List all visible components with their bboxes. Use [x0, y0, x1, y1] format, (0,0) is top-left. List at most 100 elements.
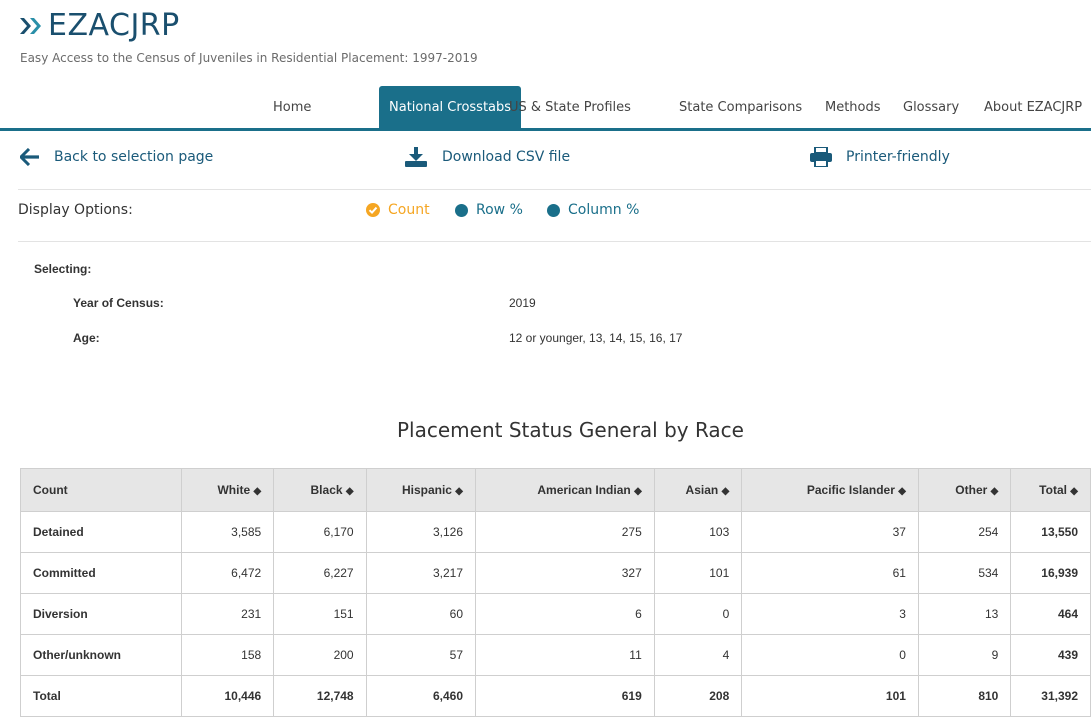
option-row-pct-label: Row %: [476, 202, 523, 218]
back-label: Back to selection page: [54, 149, 214, 165]
sort-icon: ◆: [455, 486, 463, 497]
table-cell: 3: [741, 593, 919, 635]
site-subtitle: Easy Access to the Census of Juveniles i…: [20, 51, 478, 65]
row-label: Total: [20, 675, 182, 717]
logo-mark-icon: [20, 17, 41, 34]
site-logo[interactable]: EZACJRP: [18, 8, 180, 43]
table-cell: 151: [273, 593, 367, 635]
column-header-black[interactable]: Black ◆: [273, 468, 367, 512]
crosstab-table: Count White ◆ Black ◆ Hispanic ◆ America…: [20, 468, 1091, 717]
table-cell: 0: [741, 634, 919, 676]
column-header-american-indian[interactable]: American Indian ◆: [475, 468, 655, 512]
table-header-row: Count White ◆ Black ◆ Hispanic ◆ America…: [20, 468, 1091, 512]
nav-home[interactable]: Home: [273, 86, 311, 128]
table-cell: 3,585: [180, 511, 275, 553]
table-cell: 6,472: [180, 552, 275, 594]
nav-methods[interactable]: Methods: [825, 86, 881, 128]
table-cell: 57: [365, 634, 477, 676]
column-header-total[interactable]: Total ◆: [1010, 468, 1091, 512]
table-cell: 810: [917, 675, 1012, 717]
divider: [18, 241, 1091, 242]
table-title: Placement Status General by Race: [396, 418, 744, 442]
option-count[interactable]: Count: [366, 202, 430, 218]
table-cell: 13: [917, 593, 1012, 635]
main-nav: Home National Crosstabs US & State Profi…: [0, 86, 1091, 131]
row-label: Diversion: [20, 593, 182, 635]
sort-icon: ◆: [345, 486, 354, 497]
table-row: Other/unknown 158 200 57 11 4 0 9 439: [20, 634, 1091, 676]
radio-dot-icon: [547, 203, 560, 217]
nav-glossary[interactable]: Glossary: [903, 86, 959, 128]
option-column-pct-label: Column %: [568, 202, 640, 218]
nav-us-state-profiles[interactable]: US & State Profiles: [509, 86, 631, 128]
table-cell: 61: [741, 552, 919, 594]
column-header-hispanic[interactable]: Hispanic ◆: [365, 468, 477, 512]
table-cell: 0: [653, 593, 743, 635]
table-cell: 12,748: [273, 675, 367, 717]
column-header-white[interactable]: White ◆: [180, 468, 275, 512]
sort-icon: ◆: [898, 486, 906, 497]
nav-state-comparisons[interactable]: State Comparisons: [679, 86, 802, 128]
nav-national-crosstabs[interactable]: National Crosstabs: [379, 86, 522, 128]
logo-text: EZACJRP: [48, 8, 180, 43]
table-cell: 3,217: [365, 552, 477, 594]
radio-dot-icon: [455, 203, 468, 217]
row-label: Detained: [20, 511, 182, 553]
table-cell: 231: [180, 593, 275, 635]
table-cell: 200: [273, 634, 367, 676]
column-header: Count: [20, 468, 182, 512]
row-label: Committed: [20, 552, 182, 594]
table-cell: 619: [475, 675, 655, 717]
table-cell: 254: [917, 511, 1012, 553]
row-total-cell: 464: [1010, 593, 1091, 635]
table-cell: 208: [653, 675, 743, 717]
selecting-heading: Selecting:: [34, 262, 92, 276]
table-cell: 6,460: [365, 675, 477, 717]
table-cell: 327: [475, 552, 655, 594]
table-row: Detained 3,585 6,170 3,126 275 103 37 25…: [20, 511, 1091, 553]
table-total-row: Total 10,446 12,748 6,460 619 208 101 81…: [20, 675, 1091, 717]
sort-icon: ◆: [990, 486, 999, 497]
printer-friendly-link[interactable]: Printer-friendly: [810, 142, 950, 172]
table-cell: 275: [475, 511, 655, 553]
table-cell: 158: [180, 634, 275, 676]
back-to-selection-link[interactable]: Back to selection page: [20, 142, 213, 172]
column-header-asian[interactable]: Asian ◆: [653, 468, 743, 512]
arrow-left-icon: [20, 148, 39, 166]
table-row: Committed 6,472 6,227 3,217 327 101 61 5…: [20, 552, 1091, 594]
table-cell: 6: [475, 593, 655, 635]
option-row-pct[interactable]: Row %: [455, 202, 523, 218]
table-cell: 10,446: [180, 675, 275, 717]
option-column-pct[interactable]: Column %: [547, 202, 639, 218]
age-label: Age:: [73, 331, 100, 345]
display-options-label: Display Options:: [18, 202, 133, 218]
table-cell: 37: [741, 511, 919, 553]
column-header-other[interactable]: Other ◆: [917, 468, 1012, 512]
age-value: 12 or younger, 13, 14, 15, 16, 17: [509, 331, 683, 345]
sort-icon: ◆: [1070, 486, 1078, 497]
sort-icon: ◆: [634, 486, 642, 497]
year-label: Year of Census:: [73, 296, 164, 310]
grand-total-cell: 31,392: [1010, 675, 1091, 717]
download-csv-link[interactable]: Download CSV file: [404, 142, 570, 172]
check-circle-icon: [366, 203, 380, 217]
nav-about[interactable]: About EZACJRP: [984, 86, 1082, 128]
download-icon: [405, 147, 427, 167]
sort-icon: ◆: [253, 486, 262, 497]
table-cell: 103: [653, 511, 743, 553]
download-label: Download CSV file: [442, 149, 571, 165]
table-row: Diversion 231 151 60 6 0 3 13 464: [20, 593, 1091, 635]
table-cell: 6,170: [273, 511, 367, 553]
table-cell: 9: [917, 634, 1012, 676]
table-cell: 101: [741, 675, 919, 717]
print-label: Printer-friendly: [846, 149, 950, 165]
table-cell: 4: [653, 634, 743, 676]
table-cell: 534: [917, 552, 1012, 594]
table-cell: 3,126: [365, 511, 477, 553]
row-total-cell: 13,550: [1010, 511, 1091, 553]
table-cell: 101: [653, 552, 743, 594]
table-cell: 6,227: [273, 552, 367, 594]
row-total-cell: 16,939: [1010, 552, 1091, 594]
column-header-pacific-islander[interactable]: Pacific Islander ◆: [741, 468, 919, 512]
row-total-cell: 439: [1010, 634, 1091, 676]
